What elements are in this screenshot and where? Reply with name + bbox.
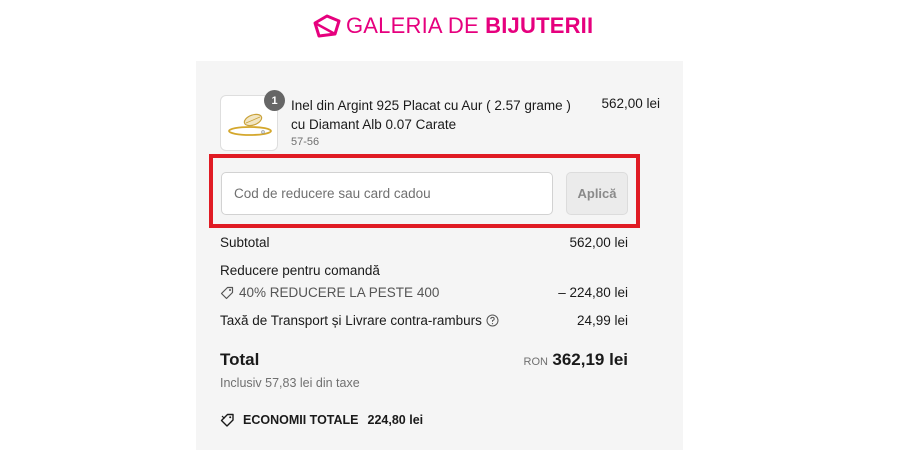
total-currency: RON (523, 356, 548, 368)
header: GALERIA DE BIJUTERII (0, 0, 900, 55)
discount-code-label: 40% REDUCERE LA PESTE 400 (239, 285, 440, 300)
total-row: Total RON 362,19 lei (220, 350, 628, 374)
savings-amount: 224,80 lei (367, 413, 424, 427)
discount-value: – 224,80 lei (558, 285, 628, 300)
order-summary-panel: 1 Inel din Argint 925 Placat cu Aur ( 2.… (196, 61, 683, 450)
total-amount: 362,19 lei (552, 350, 628, 369)
diamond-logo-icon (313, 14, 341, 38)
savings-tag-icon (220, 413, 234, 427)
discount-code-row: 40% REDUCERE LA PESTE 400 – 224,80 lei (220, 285, 628, 300)
order-discount-label: Reducere pentru comandă (220, 263, 380, 278)
subtotal-label: Subtotal (220, 235, 270, 250)
help-circle-icon[interactable] (486, 314, 499, 327)
total-savings: ECONOMII TOTALE 224,80 lei (220, 413, 423, 427)
order-discount-row: Reducere pentru comandă (220, 263, 628, 278)
shipping-label: Taxă de Transport și Livrare contra-ramb… (220, 313, 482, 328)
savings-label: ECONOMII TOTALE (243, 413, 359, 427)
brand-name-light: GALERIA DE (346, 13, 486, 38)
quantity-badge: 1 (264, 90, 285, 111)
shipping-value: 24,99 lei (576, 313, 628, 328)
subtotal-value: 562,00 lei (569, 235, 628, 250)
tax-note: Inclusiv 57,83 lei din taxe (220, 376, 360, 390)
product-price: 562,00 lei (601, 96, 660, 111)
brand-name: GALERIA DE BIJUTERII (346, 13, 593, 39)
tag-icon (220, 286, 234, 299)
brand-name-bold: BIJUTERII (485, 13, 594, 38)
shipping-row: Taxă de Transport și Livrare contra-ramb… (220, 313, 628, 328)
apply-discount-button[interactable]: Aplică (566, 172, 628, 215)
discount-code-input[interactable] (221, 172, 553, 215)
brand-logo[interactable]: GALERIA DE BIJUTERII (313, 12, 593, 40)
product-line-item: 1 Inel din Argint 925 Placat cu Aur ( 2.… (220, 90, 660, 155)
product-variant: 57-56 (291, 136, 320, 148)
subtotal-row: Subtotal 562,00 lei (220, 235, 628, 250)
total-label: Total (220, 350, 260, 369)
product-name: Inel din Argint 925 Placat cu Aur ( 2.57… (291, 98, 571, 132)
